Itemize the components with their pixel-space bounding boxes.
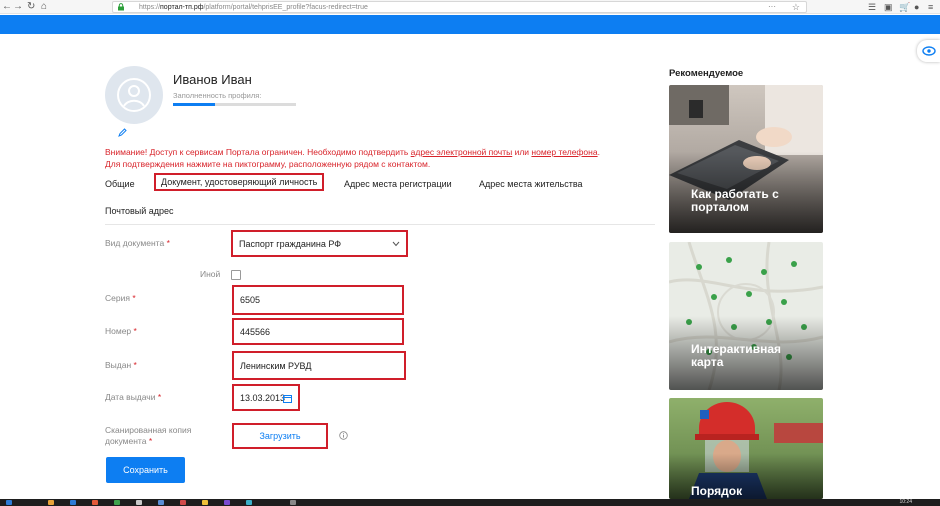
profile-progress-fill (173, 103, 215, 106)
doc-type-value: Паспорт гражданина РФ (239, 238, 342, 249)
library-icon[interactable]: ☰ (868, 1, 876, 13)
tab-identity-document[interactable]: Документ, удостоверяющий личность (154, 173, 325, 191)
card-how-to-use-portal[interactable]: Как работать с порталом (669, 85, 823, 233)
taskbar-app-icon[interactable] (224, 500, 230, 505)
taskbar-app-icon[interactable] (202, 500, 208, 505)
taskbar-app-icon[interactable] (70, 500, 76, 505)
issue-date-value: 13.03.2013 (240, 392, 286, 403)
profile-name: Иванов Иван (173, 72, 252, 87)
chevron-down-icon (392, 241, 400, 246)
confirm-email-link[interactable]: адрес электронной почты (411, 147, 513, 157)
upload-button[interactable]: Загрузить (232, 423, 328, 449)
warning-text-or: или (512, 147, 532, 157)
profile-fill-label: Заполненность профиля: (173, 91, 262, 100)
warning-text: Внимание! Доступ к сервисам Портала огра… (105, 147, 411, 157)
card-title: Как работать с порталом (691, 187, 779, 214)
warning-text-end: . (597, 147, 600, 157)
browser-toolbar: ← → ↻ ⌂ https://портал-тп.рф/platform/po… (0, 0, 940, 14)
number-value: 445566 (240, 326, 271, 337)
warning-text-line2: Для подтверждения нажмите на пиктограмму… (105, 159, 431, 169)
scan-copy-label: Сканированная копия документа * (105, 425, 192, 446)
series-value: 6505 (240, 295, 261, 305)
taskbar-clock: 10:24 (899, 499, 912, 505)
edit-pencil-icon[interactable] (118, 128, 127, 137)
number-input[interactable]: 445566 (232, 318, 404, 345)
lock-icon (118, 3, 124, 11)
cart-icon[interactable]: 🛒 (899, 1, 910, 13)
user-icon (117, 78, 151, 112)
taskbar-app-icon[interactable] (246, 500, 252, 505)
access-warning: Внимание! Доступ к сервисам Портала огра… (105, 146, 655, 170)
other-label: Иной (200, 269, 221, 279)
issued-label: Выдан * (105, 360, 137, 370)
profile-progress-bar (173, 103, 296, 106)
issued-by-input[interactable]: Ленинским РУВД (232, 351, 406, 380)
site-header (0, 15, 940, 34)
taskbar-app-icon[interactable] (158, 500, 164, 505)
number-label: Номер * (105, 326, 137, 336)
tab-residence-address[interactable]: Адрес места жительства (479, 179, 583, 189)
forward-icon[interactable]: → (13, 1, 23, 13)
card-interactive-map[interactable]: Интерактивная карта (669, 242, 823, 390)
issue-date-input[interactable]: 13.03.2013 (232, 384, 300, 411)
issue-date-label: Дата выдачи * (105, 392, 162, 402)
address-bar[interactable]: https://портал-тп.рф/platform/portal/teh… (112, 1, 807, 13)
series-label: Серия * (105, 293, 136, 303)
other-checkbox[interactable] (231, 270, 241, 280)
accessibility-eye-button[interactable] (917, 40, 940, 62)
extension-icon[interactable]: ● (914, 1, 919, 13)
doc-type-label: Вид документа * (105, 238, 170, 248)
os-taskbar: 10:24 (0, 499, 940, 506)
taskbar-app-icon[interactable] (136, 500, 142, 505)
taskbar-app-icon[interactable] (92, 500, 98, 505)
sidebar-icon[interactable]: ▣ (884, 1, 893, 13)
page-actions-icon[interactable]: ··· (768, 2, 776, 12)
menu-icon[interactable]: ≡ (928, 1, 933, 13)
start-icon[interactable] (6, 500, 12, 505)
card-title: Интерактивная карта (691, 342, 781, 369)
confirm-phone-link[interactable]: номер телефона (531, 147, 597, 157)
home-icon[interactable]: ⌂ (41, 1, 47, 13)
card-title: Порядок (691, 484, 743, 498)
series-input[interactable]: 6505 (232, 285, 404, 315)
tabs-divider (105, 224, 655, 225)
save-button[interactable]: Сохранить (106, 457, 185, 483)
taskbar-app-icon[interactable] (114, 500, 120, 505)
tab-registration-address[interactable]: Адрес места регистрации (344, 179, 452, 189)
reload-icon[interactable]: ↻ (27, 1, 35, 13)
card-procedure[interactable]: Порядок (669, 398, 823, 499)
taskbar-app-icon[interactable] (48, 500, 54, 505)
info-icon[interactable] (339, 431, 348, 440)
calendar-icon[interactable] (283, 394, 292, 403)
eye-icon (922, 46, 936, 56)
url-text: https://портал-тп.рф/platform/portal/teh… (139, 4, 368, 11)
issued-value: Ленинским РУВД (240, 360, 312, 371)
doc-type-select[interactable]: Паспорт гражданина РФ (231, 230, 408, 257)
taskbar-app-icon[interactable] (180, 500, 186, 505)
tab-general[interactable]: Общие (105, 179, 135, 189)
taskbar-app-icon[interactable] (290, 500, 296, 505)
bookmark-star-icon[interactable]: ☆ (792, 2, 800, 13)
back-icon[interactable]: ← (2, 1, 12, 13)
tab-postal-address[interactable]: Почтовый адрес (105, 206, 174, 216)
avatar (105, 66, 163, 124)
recommended-title: Рекомендуемое (669, 68, 744, 79)
